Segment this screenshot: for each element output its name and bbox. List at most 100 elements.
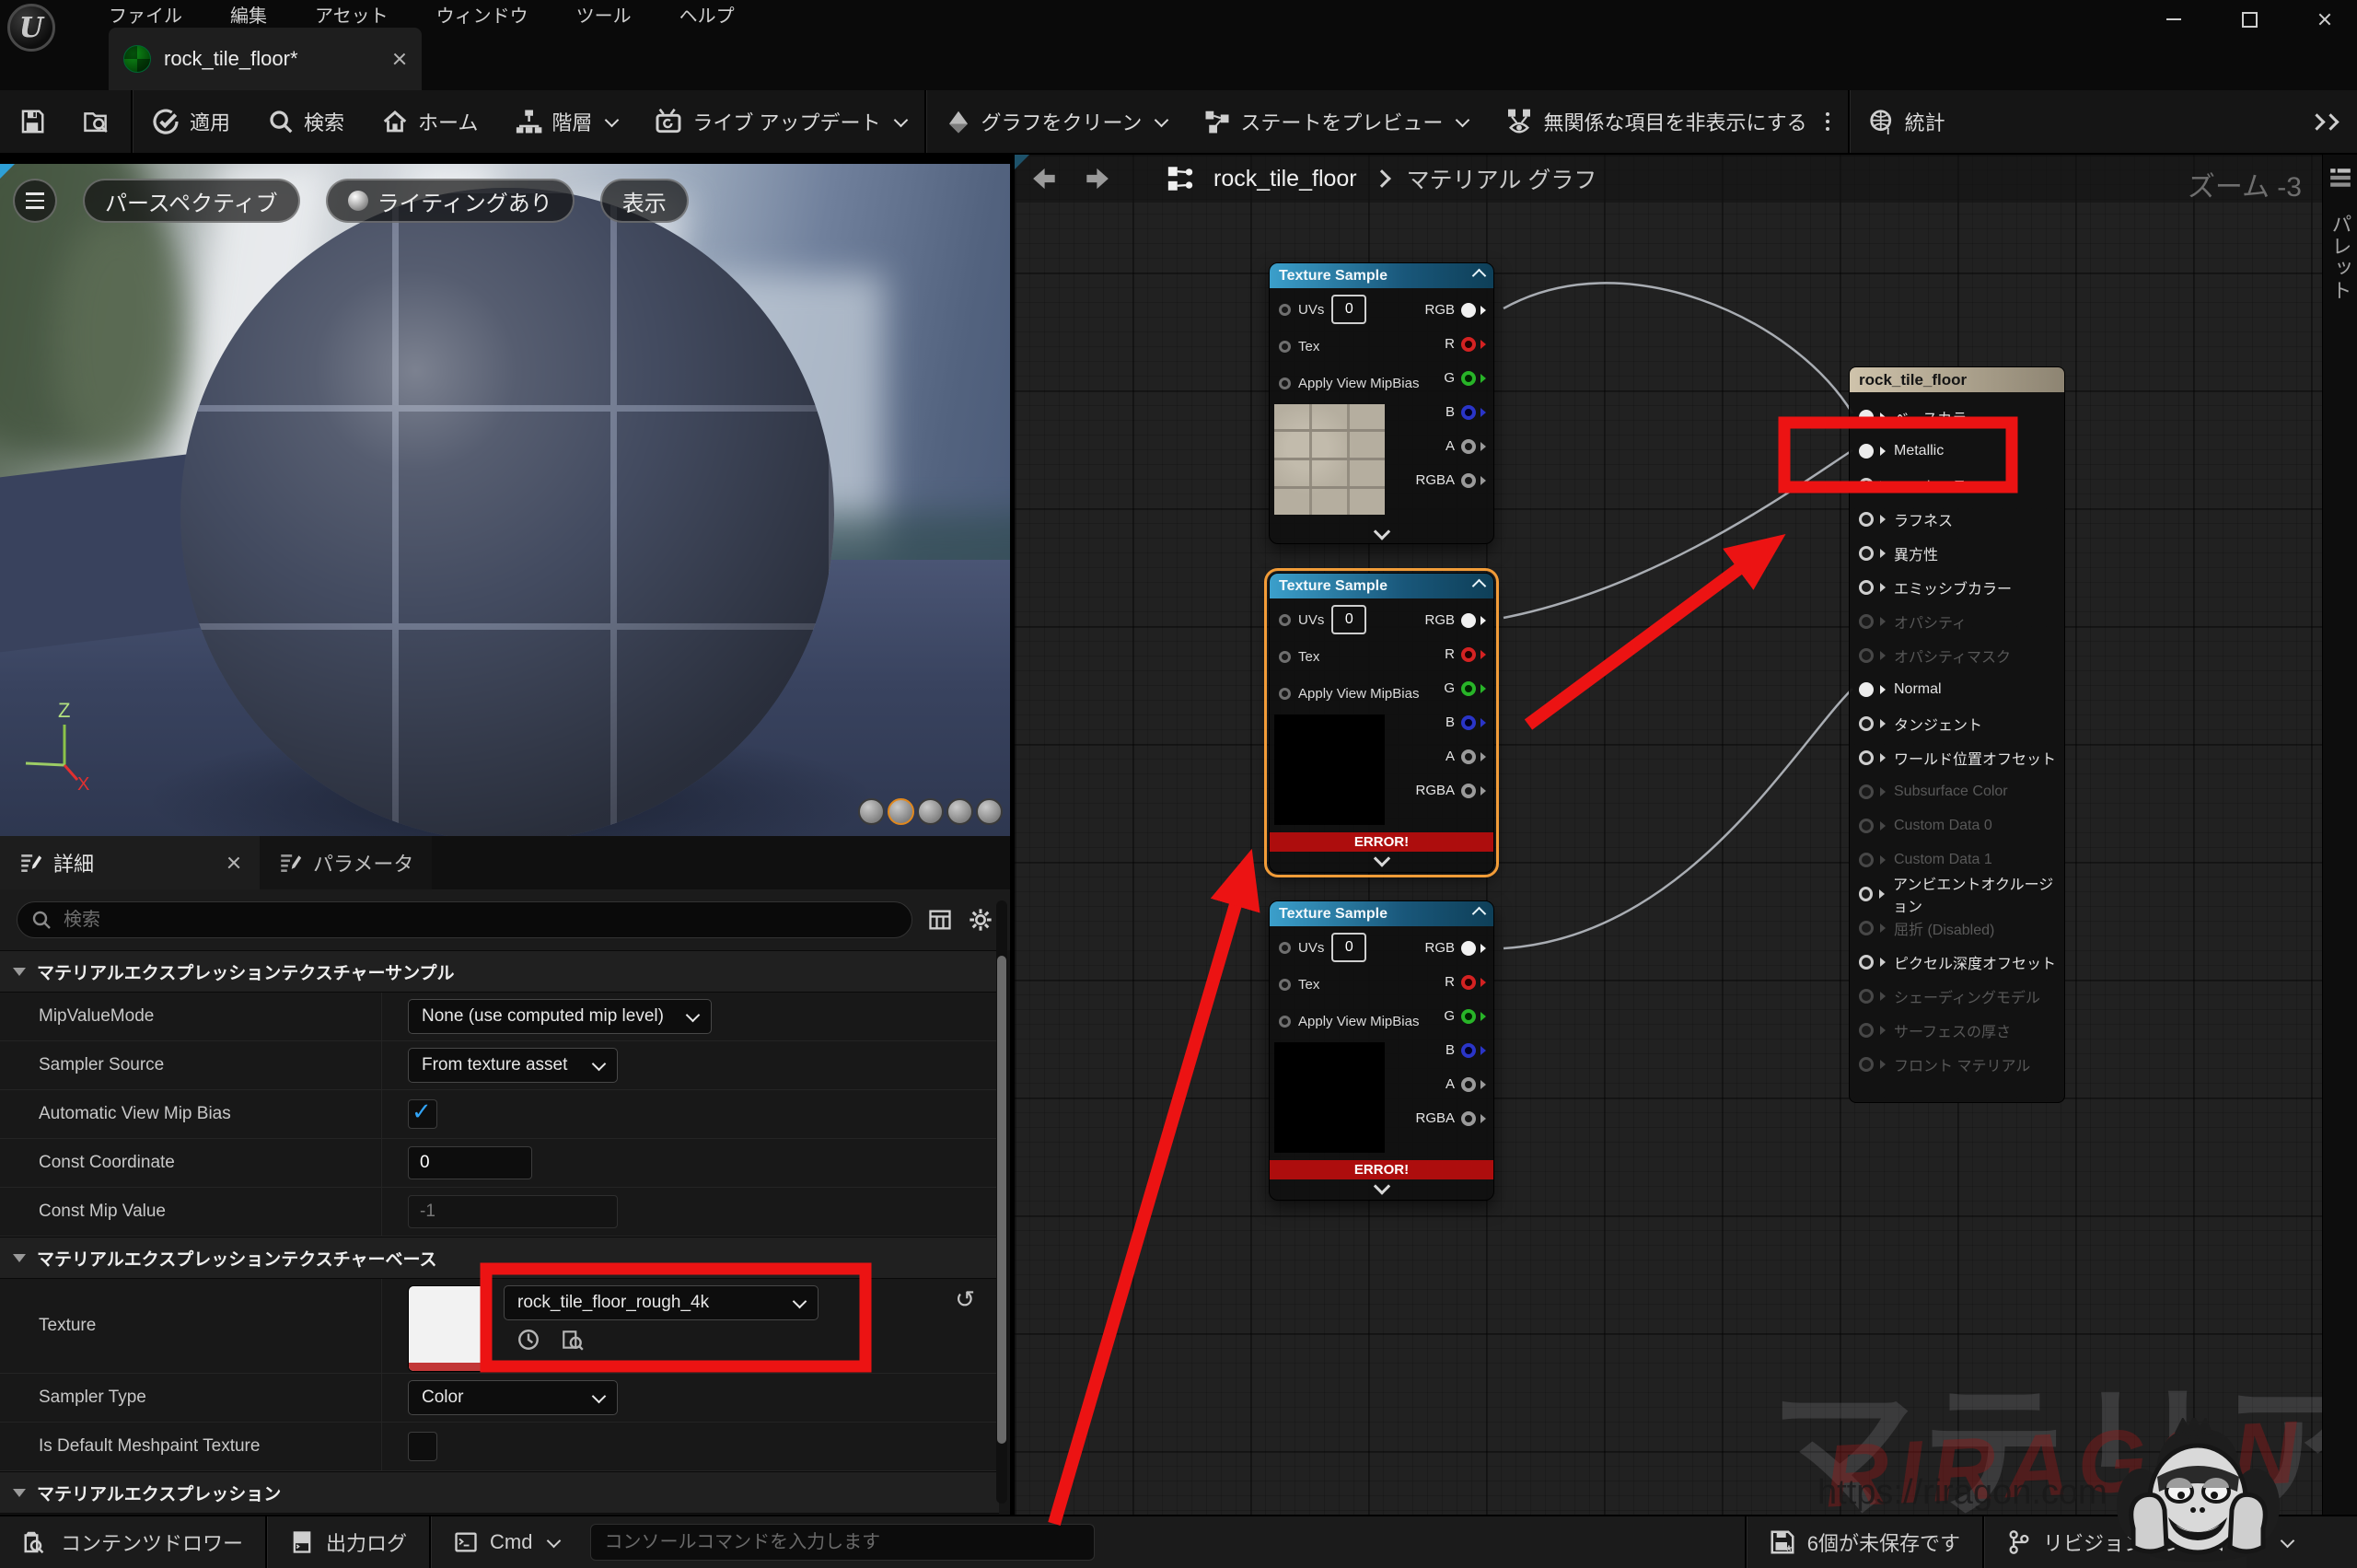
input-pin-uvs[interactable] [1279, 614, 1291, 626]
preview-shape-custom-mesh-button[interactable] [976, 798, 1003, 825]
material-pin-anisotropy[interactable]: 異方性 [1850, 536, 2064, 570]
mipvaluemode-dropdown[interactable]: None (use computed mip level) [408, 999, 712, 1034]
display-filter-grid-icon[interactable] [927, 907, 953, 933]
preview-sphere-mesh[interactable] [180, 188, 834, 836]
live-update-button[interactable]: ライブ アップデート [635, 90, 923, 153]
output-pin-rgb[interactable] [1461, 613, 1476, 628]
menu-window[interactable]: ウィンドウ [436, 1, 528, 28]
const-mip-value-input[interactable] [408, 1195, 618, 1228]
toolbar-overflow-button[interactable] [2291, 116, 2357, 128]
menu-file[interactable]: ファイル [109, 1, 182, 28]
menu-tools[interactable]: ツール [576, 1, 632, 28]
content-drawer-button[interactable]: コンテンツドロワー [0, 1516, 265, 1568]
input-pin-uvs[interactable] [1279, 942, 1291, 954]
output-pin-rgba[interactable] [1461, 1111, 1476, 1126]
apply-button[interactable]: 適用 [133, 90, 249, 153]
breadcrumb-page[interactable]: マテリアル グラフ [1407, 162, 1597, 195]
hierarchy-button[interactable]: 階層 [496, 90, 635, 153]
preview-shape-plane-button[interactable] [917, 798, 944, 825]
section-material-expression[interactable]: マテリアルエクスプレッション [0, 1471, 999, 1514]
material-pin-ambient-occlusion[interactable]: アンビエントオクルージョン [1850, 877, 2064, 911]
breadcrumb-root[interactable]: rock_tile_floor [1213, 166, 1357, 192]
auto-view-mip-bias-checkbox[interactable] [408, 1099, 437, 1129]
output-pin-rgba[interactable] [1461, 784, 1476, 798]
material-pin-pixel-depth-offset[interactable]: ピクセル深度オフセット [1850, 945, 2064, 979]
output-pin-b[interactable] [1461, 405, 1476, 420]
output-pin-r[interactable] [1461, 337, 1476, 352]
material-pin-opacity[interactable]: オパシティ [1850, 604, 2064, 638]
is-default-meshpaint-checkbox[interactable] [408, 1432, 437, 1461]
output-pin-rgba[interactable] [1461, 473, 1476, 488]
sampler-type-dropdown[interactable]: Color [408, 1380, 618, 1415]
asset-tab-rock-tile-floor[interactable]: rock_tile_floor* [109, 28, 422, 90]
menu-help[interactable]: ヘルプ [679, 1, 735, 28]
material-result-node[interactable]: rock_tile_floor ベースカラー Metallic スペキュラ ラフ… [1849, 366, 2065, 1103]
home-button[interactable]: ホーム [363, 90, 496, 153]
output-pin-a[interactable] [1461, 1077, 1476, 1092]
palette-sidebar-tab[interactable]: パレット [2322, 155, 2357, 1515]
material-pin-tangent[interactable]: タンジェント [1850, 706, 2064, 740]
revision-control-button[interactable]: リビジョンコントロール [1984, 1516, 2357, 1568]
search-button[interactable]: 検索 [249, 90, 363, 153]
output-pin-b[interactable] [1461, 715, 1476, 730]
output-pin-b[interactable] [1461, 1043, 1476, 1058]
kebab-menu-icon[interactable] [1826, 112, 1829, 131]
uvs-value-box[interactable]: 0 [1331, 605, 1366, 634]
output-pin-r[interactable] [1461, 647, 1476, 662]
output-pin-r[interactable] [1461, 975, 1476, 990]
material-pin-specular[interactable]: スペキュラ [1850, 468, 2064, 502]
material-pin-subsurface-color[interactable]: Subsurface Color [1850, 774, 2064, 808]
expand-caret-icon[interactable] [1373, 1178, 1389, 1194]
texture-sample-node-1[interactable]: Texture Sample UVs0 Tex Apply View MipBi… [1269, 262, 1494, 544]
forward-arrow-icon[interactable] [1079, 166, 1112, 192]
node-header[interactable]: Texture Sample [1270, 574, 1493, 598]
expand-caret-icon[interactable] [1373, 850, 1389, 866]
input-pin-apply-view-mipbias[interactable] [1279, 1016, 1291, 1028]
material-pin-base-color[interactable]: ベースカラー [1850, 400, 2064, 434]
console-command-input[interactable] [590, 1524, 1095, 1561]
input-pin-tex[interactable] [1279, 341, 1291, 353]
minimize-button[interactable] [2158, 6, 2189, 33]
output-log-button[interactable]: 出力ログ [267, 1516, 429, 1568]
const-coordinate-input[interactable] [408, 1146, 532, 1179]
hide-unrelated-button[interactable]: 無関係な項目を非表示にする [1486, 90, 1847, 153]
material-preview-viewport[interactable]: パースペクティブ ライティングあり 表示 Z X [0, 164, 1010, 836]
preview-state-button[interactable]: ステートをプレビュー [1185, 90, 1486, 153]
material-pin-roughness[interactable]: ラフネス [1850, 502, 2064, 536]
material-pin-opacity-mask[interactable]: オパシティマスク [1850, 638, 2064, 672]
preview-shape-cylinder-button[interactable] [858, 798, 885, 825]
section-texture-sample[interactable]: マテリアルエクスプレッションテクスチャーサンプル [0, 950, 999, 993]
output-pin-g[interactable] [1461, 1009, 1476, 1024]
cmd-dropdown[interactable]: Cmd [431, 1516, 581, 1568]
back-arrow-icon[interactable] [1029, 166, 1062, 192]
stats-button[interactable]: i 統計 [1850, 90, 1964, 153]
tab-close-icon[interactable] [392, 52, 407, 66]
recent-assets-clock-icon[interactable] [517, 1328, 540, 1352]
input-pin-tex[interactable] [1279, 979, 1291, 991]
material-pin-refraction[interactable]: 屈折 (Disabled) [1850, 911, 2064, 945]
input-pin-tex[interactable] [1279, 651, 1291, 663]
material-pin-metallic[interactable]: Metallic [1850, 434, 2064, 468]
lit-mode-button[interactable]: ライティングあり [326, 179, 575, 223]
details-tab-close-icon[interactable] [226, 855, 241, 870]
input-pin-uvs[interactable] [1279, 304, 1291, 316]
browse-to-asset-button[interactable] [64, 90, 131, 153]
details-search-box[interactable] [17, 901, 912, 938]
material-pin-world-position-offset[interactable]: ワールド位置オフセット [1850, 740, 2064, 774]
reset-to-default-icon[interactable]: ↺ [955, 1285, 975, 1314]
output-pin-g[interactable] [1461, 371, 1476, 386]
section-texture-base[interactable]: マテリアルエクスプレッションテクスチャーベース [0, 1237, 999, 1279]
input-pin-apply-view-mipbias[interactable] [1279, 688, 1291, 700]
output-pin-rgb[interactable] [1461, 941, 1476, 956]
menu-edit[interactable]: 編集 [230, 1, 267, 28]
scrollbar-thumb[interactable] [997, 956, 1006, 1444]
viewport-options-button[interactable] [13, 179, 57, 223]
menu-asset[interactable]: アセット [315, 1, 389, 28]
browse-asset-icon[interactable] [561, 1328, 585, 1352]
preview-shape-sphere-button[interactable] [888, 798, 914, 825]
material-graph-canvas[interactable]: rock_tile_floor マテリアル グラフ ズーム -3 パレット Te… [1015, 155, 2357, 1515]
save-button[interactable] [0, 90, 64, 153]
details-scrollbar[interactable] [996, 900, 1007, 1504]
node-header[interactable]: Texture Sample [1270, 901, 1493, 926]
output-pin-g[interactable] [1461, 681, 1476, 696]
